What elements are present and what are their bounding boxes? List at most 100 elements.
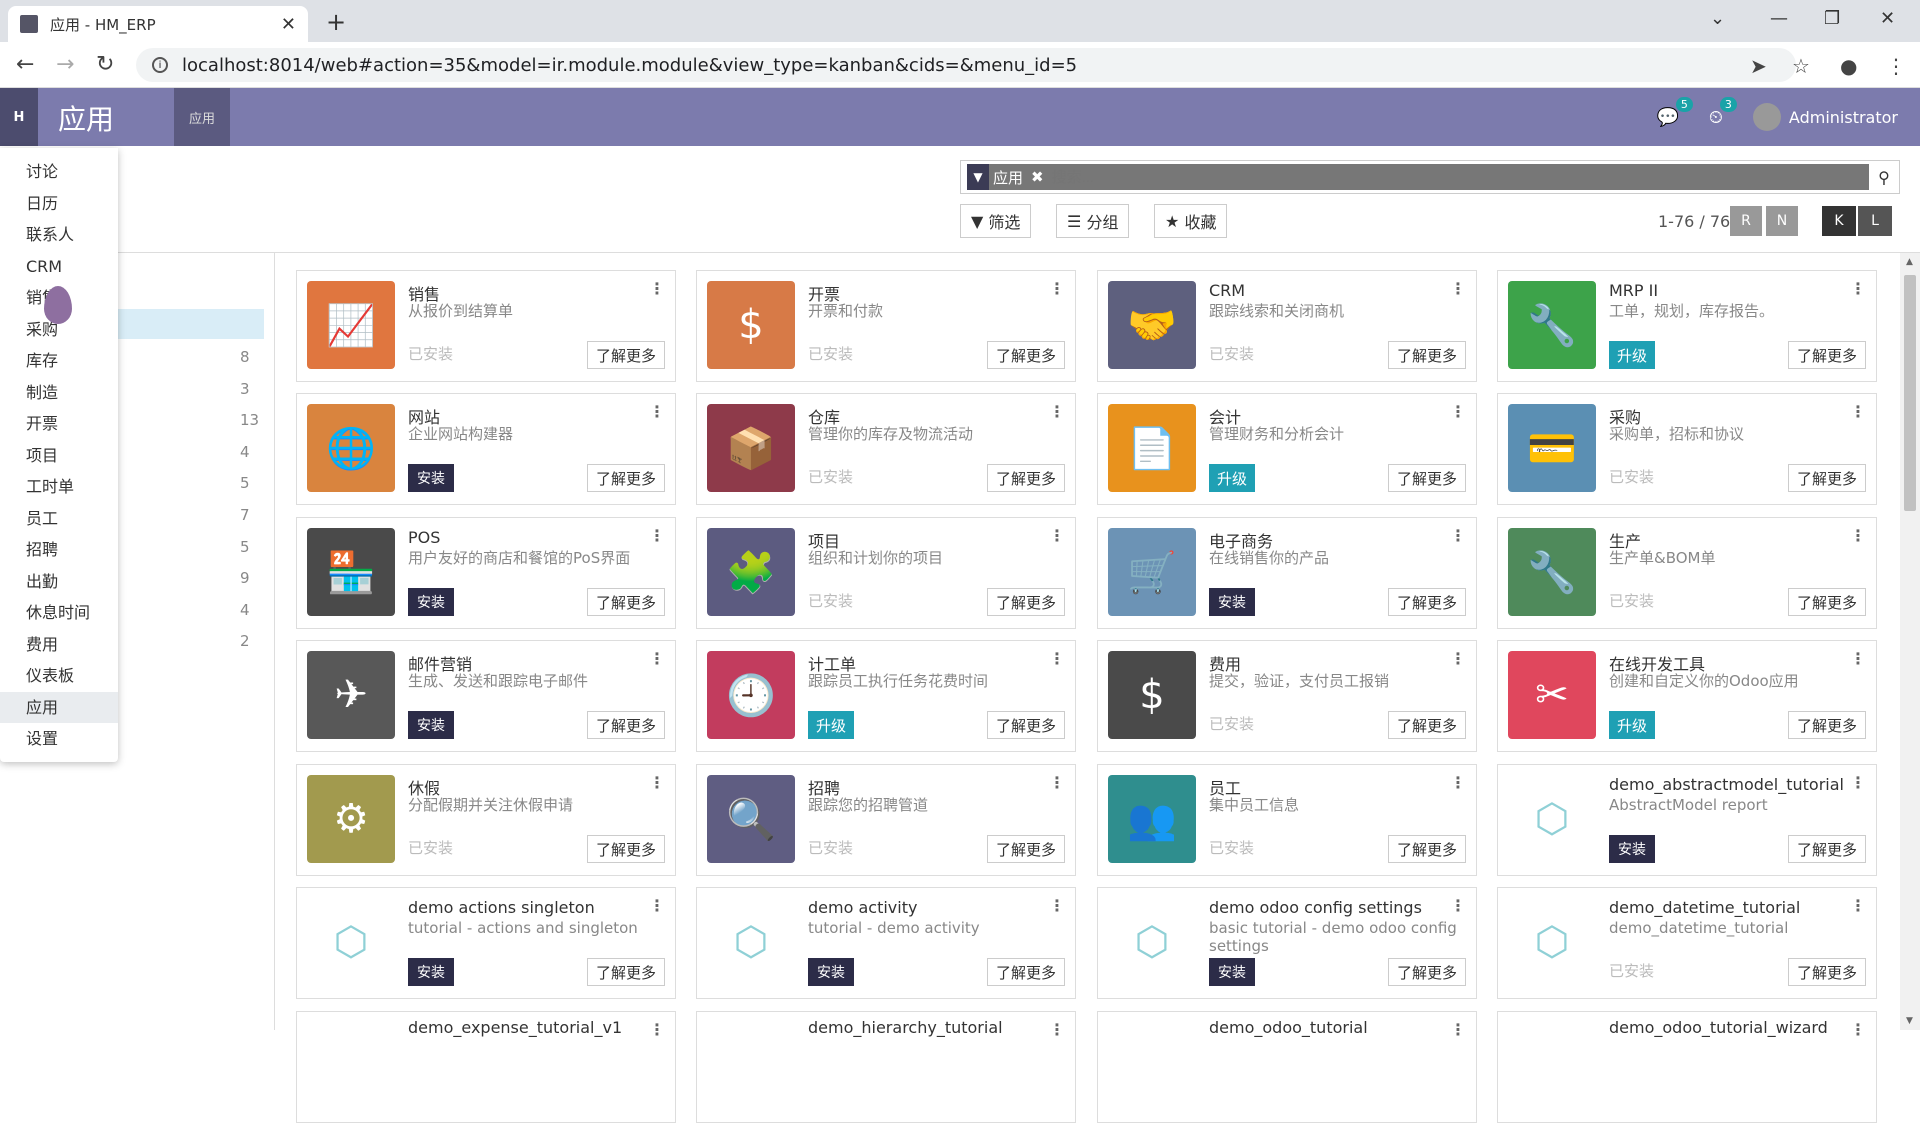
apps-menu-item[interactable]: 休息时间 bbox=[0, 597, 118, 629]
app-card[interactable]: 🔧 生产 生产单&BOM单 已安装 了解更多 ⋮ bbox=[1497, 517, 1877, 629]
apps-menu-item[interactable]: 工时单 bbox=[0, 471, 118, 503]
maximize-icon[interactable]: ❐ bbox=[1824, 8, 1840, 29]
apps-menu-item[interactable]: 库存 bbox=[0, 345, 118, 377]
apps-menu-item[interactable]: 设置 bbox=[0, 723, 118, 755]
apps-menu-item[interactable]: 项目 bbox=[0, 440, 118, 472]
learn-more-button[interactable]: 了解更多 bbox=[1387, 588, 1466, 616]
install-button[interactable]: 安装 bbox=[1609, 835, 1655, 863]
search-icon[interactable]: ⚲ bbox=[1869, 168, 1899, 187]
card-menu-icon[interactable]: ⋮ bbox=[1049, 896, 1065, 915]
list-view-button[interactable]: L bbox=[1858, 206, 1892, 236]
install-button[interactable]: 安装 bbox=[408, 464, 454, 492]
new-tab-icon[interactable]: + bbox=[326, 8, 346, 36]
card-menu-icon[interactable]: ⋮ bbox=[1049, 773, 1065, 792]
url-field[interactable]: i localhost:8014/web#action=35&model=ir.… bbox=[136, 48, 1796, 82]
menu-item-apps[interactable]: 应用 bbox=[174, 88, 230, 146]
app-card[interactable]: 📦 仓库 管理你的库存及物流活动 已安装 了解更多 ⋮ bbox=[696, 393, 1076, 505]
app-card[interactable]: ⬡ demo_abstractmodel_tutorial AbstractMode… bbox=[1497, 764, 1877, 876]
app-card[interactable]: 💳 采购 采购单，招标和协议 已安装 了解更多 ⋮ bbox=[1497, 393, 1877, 505]
card-menu-icon[interactable]: ⋮ bbox=[1450, 402, 1466, 421]
learn-more-button[interactable]: 了解更多 bbox=[1387, 958, 1466, 986]
card-menu-icon[interactable]: ⋮ bbox=[1850, 773, 1866, 792]
pager-next-button[interactable]: N bbox=[1766, 206, 1798, 236]
install-button[interactable]: 安装 bbox=[408, 588, 454, 616]
card-menu-icon[interactable]: ⋮ bbox=[1049, 402, 1065, 421]
app-card[interactable]: ⚙ 休假 分配假期并关注休假申请 已安装 了解更多 ⋮ bbox=[296, 764, 676, 876]
app-card[interactable]: 🕘 计工单 跟踪员工执行任务花费时间 升级 了解更多 ⋮ bbox=[696, 640, 1076, 752]
send-icon[interactable]: ➤ bbox=[1750, 54, 1767, 78]
card-menu-icon[interactable]: ⋮ bbox=[1049, 279, 1065, 298]
app-card[interactable]: ⬡ demo_datetime_tutorial demo_datetime_tut… bbox=[1497, 887, 1877, 999]
app-card[interactable]: demo_odoo_tutorial ⋮ bbox=[1097, 1011, 1477, 1123]
learn-more-button[interactable]: 了解更多 bbox=[1787, 835, 1866, 863]
card-menu-icon[interactable]: ⋮ bbox=[1450, 279, 1466, 298]
minimize-icon[interactable]: — bbox=[1770, 8, 1788, 29]
scrollbar-thumb[interactable] bbox=[1904, 275, 1916, 511]
remove-facet-icon[interactable]: ✖ bbox=[1027, 168, 1048, 186]
apps-menu-item[interactable]: 日历 bbox=[0, 188, 118, 220]
app-card[interactable]: ✂ 在线开发工具 创建和自定义你的Odoo应用 升级 了解更多 ⋮ bbox=[1497, 640, 1877, 752]
upgrade-button[interactable]: 升级 bbox=[808, 711, 855, 739]
install-button[interactable]: 安装 bbox=[408, 711, 454, 739]
install-button[interactable]: 安装 bbox=[408, 958, 454, 986]
user-name[interactable]: Administrator bbox=[1789, 108, 1898, 127]
avatar[interactable] bbox=[1752, 103, 1781, 131]
apps-menu-item[interactable]: 招聘 bbox=[0, 534, 118, 566]
learn-more-button[interactable]: 了解更多 bbox=[986, 711, 1065, 739]
scrollbar[interactable]: ▲ ▼ bbox=[1900, 253, 1920, 1030]
app-card[interactable]: ⬡ demo activity tutorial - demo activity 安装… bbox=[696, 887, 1076, 999]
app-card[interactable]: 🔍 招聘 跟踪您的招聘管道 已安装 了解更多 ⋮ bbox=[696, 764, 1076, 876]
search-input[interactable] bbox=[1047, 164, 1869, 190]
card-menu-icon[interactable]: ⋮ bbox=[1850, 896, 1866, 915]
app-card[interactable]: demo_expense_tutorial_v1 ⋮ bbox=[296, 1011, 676, 1123]
apps-menu-item[interactable]: 讨论 bbox=[0, 156, 118, 188]
card-menu-icon[interactable]: ⋮ bbox=[1850, 649, 1866, 668]
app-card[interactable]: 🔧 MRP II 工单，规划，库存报告。 升级 了解更多 ⋮ bbox=[1497, 270, 1877, 382]
app-card[interactable]: demo_odoo_tutorial_wizard ⋮ bbox=[1497, 1011, 1877, 1123]
reload-icon[interactable]: ↻ bbox=[96, 52, 114, 77]
learn-more-button[interactable]: 了解更多 bbox=[986, 464, 1065, 492]
card-menu-icon[interactable]: ⋮ bbox=[1049, 526, 1065, 545]
close-window-icon[interactable]: ✕ bbox=[1880, 8, 1895, 29]
app-card[interactable]: 🛒 电子商务 在线销售你的产品 安装 了解更多 ⋮ bbox=[1097, 517, 1477, 629]
app-card[interactable]: 🏪 POS 用户友好的商店和餐馆的PoS界面 安装 了解更多 ⋮ bbox=[296, 517, 676, 629]
apps-menu-item[interactable]: 制造 bbox=[0, 377, 118, 409]
pager-previous-button[interactable]: R bbox=[1730, 206, 1762, 236]
learn-more-button[interactable]: 了解更多 bbox=[986, 588, 1065, 616]
close-tab-icon[interactable]: ✕ bbox=[281, 14, 296, 35]
apps-menu-item[interactable]: CRM bbox=[0, 251, 118, 283]
card-menu-icon[interactable]: ⋮ bbox=[1450, 896, 1466, 915]
apps-menu-item[interactable]: 仪表板 bbox=[0, 660, 118, 692]
install-button[interactable]: 安装 bbox=[1209, 958, 1255, 986]
app-card[interactable]: 🤝 CRM 跟踪线索和关闭商机 已安装 了解更多 ⋮ bbox=[1097, 270, 1477, 382]
app-card[interactable]: ⬡ demo odoo config settings basic tutorial… bbox=[1097, 887, 1477, 999]
forward-icon[interactable]: → bbox=[56, 52, 74, 77]
browser-tab[interactable]: 应用 - HM_ERP ✕ bbox=[8, 6, 308, 42]
pager-value[interactable]: 1-76 / 76 bbox=[1658, 212, 1730, 231]
tab-list-icon[interactable]: ⌄ bbox=[1710, 8, 1725, 29]
apps-menu-item[interactable]: 员工 bbox=[0, 503, 118, 535]
learn-more-button[interactable]: 了解更多 bbox=[586, 711, 665, 739]
install-button[interactable]: 安装 bbox=[808, 958, 854, 986]
browser-menu-icon[interactable]: ⋮ bbox=[1886, 54, 1906, 78]
learn-more-button[interactable]: 了解更多 bbox=[586, 835, 665, 863]
install-button[interactable]: 安装 bbox=[1209, 588, 1255, 616]
app-card[interactable]: $ 开票 开票和付款 已安装 了解更多 ⋮ bbox=[696, 270, 1076, 382]
app-card[interactable]: demo_hierarchy_tutorial ⋮ bbox=[696, 1011, 1076, 1123]
learn-more-button[interactable]: 了解更多 bbox=[986, 958, 1065, 986]
upgrade-button[interactable]: 升级 bbox=[1609, 341, 1656, 369]
apps-menu-item[interactable]: 应用 bbox=[0, 691, 118, 723]
learn-more-button[interactable]: 了解更多 bbox=[586, 588, 665, 616]
app-card[interactable]: 📈 销售 从报价到结算单 已安装 了解更多 ⋮ bbox=[296, 270, 676, 382]
favorites-button[interactable]: ★ 收藏 bbox=[1154, 204, 1228, 238]
card-menu-icon[interactable]: ⋮ bbox=[1049, 649, 1065, 668]
search-facet[interactable]: ▼ 应用 ✖ bbox=[967, 164, 1048, 190]
apps-menu-item[interactable]: 费用 bbox=[0, 629, 118, 661]
app-card[interactable]: 🧩 项目 组织和计划你的项目 已安装 了解更多 ⋮ bbox=[696, 517, 1076, 629]
learn-more-button[interactable]: 了解更多 bbox=[1387, 464, 1466, 492]
learn-more-button[interactable]: 了解更多 bbox=[1787, 958, 1866, 986]
apps-menu-item[interactable]: 联系人 bbox=[0, 219, 118, 251]
app-card[interactable]: ⬡ demo actions singleton tutorial - action… bbox=[296, 887, 676, 999]
learn-more-button[interactable]: 了解更多 bbox=[586, 464, 665, 492]
learn-more-button[interactable]: 了解更多 bbox=[1387, 835, 1466, 863]
